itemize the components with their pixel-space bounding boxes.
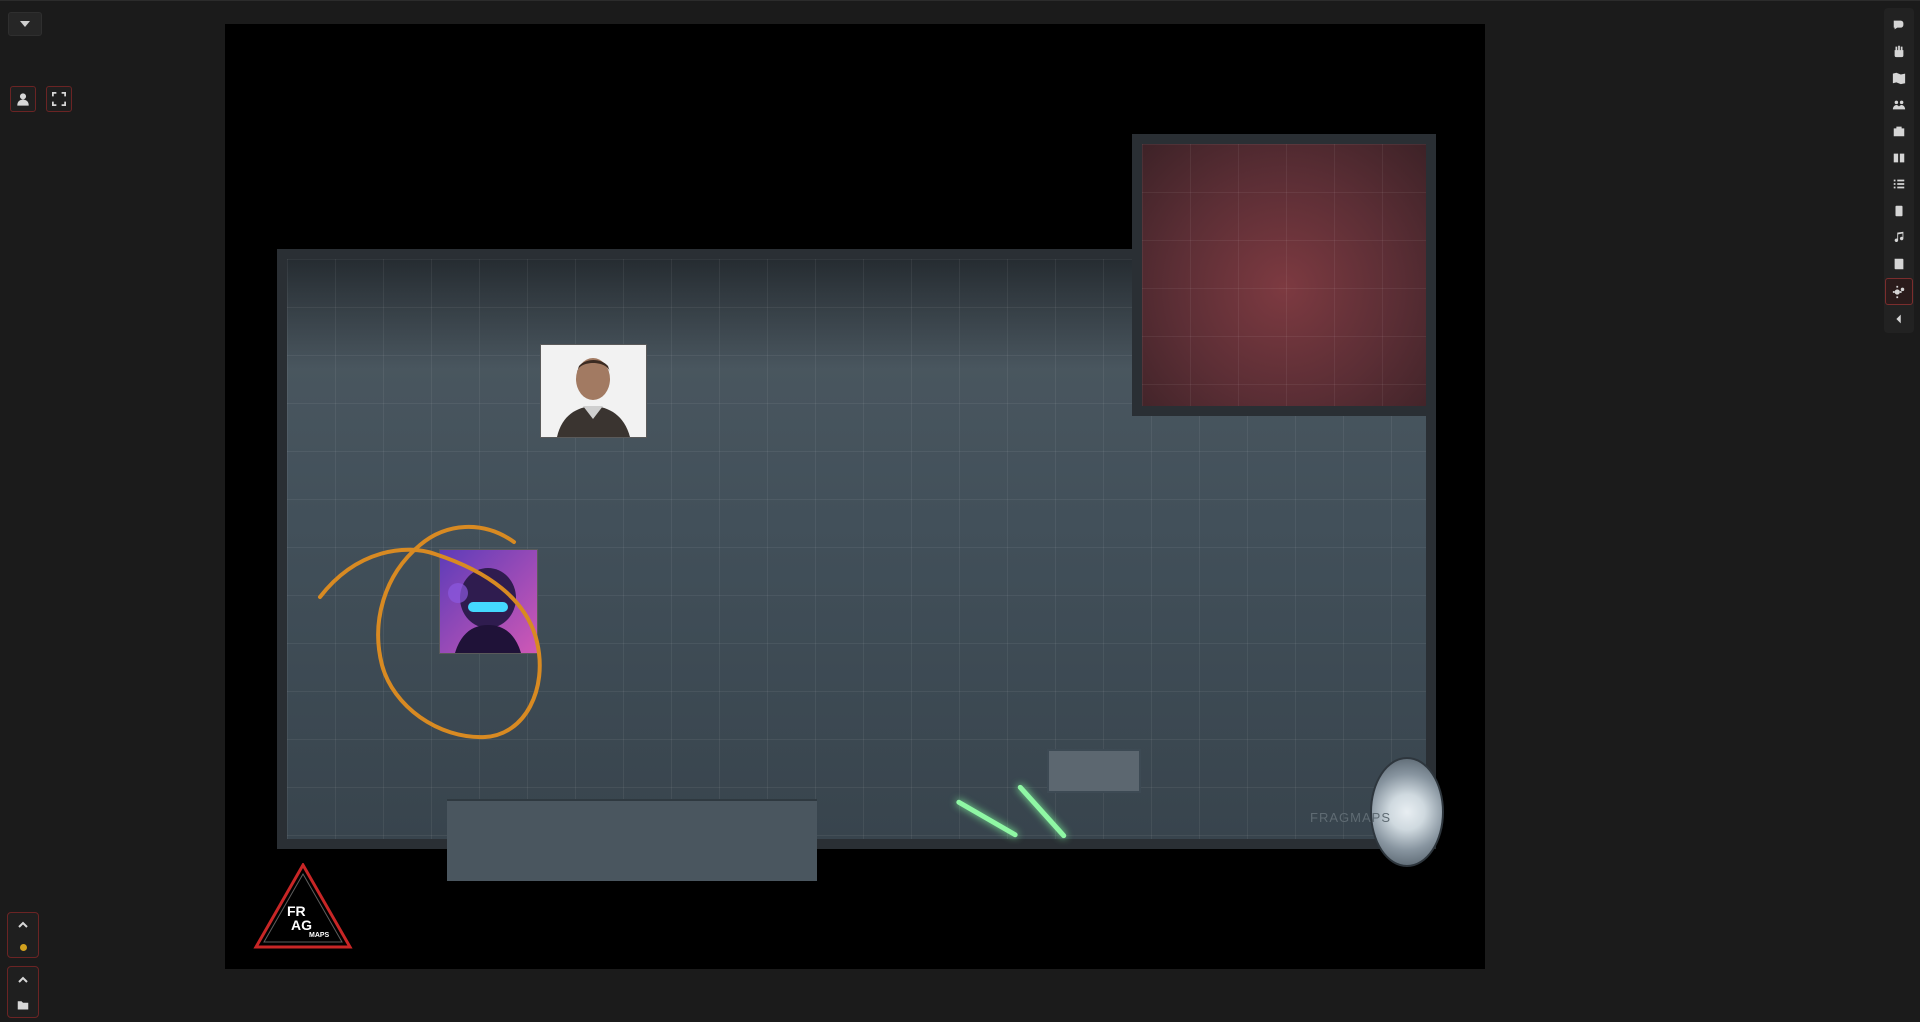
bottom-control-panel-1[interactable]	[7, 912, 39, 958]
tables-icon	[1893, 179, 1905, 189]
compendium-button[interactable]	[1886, 251, 1912, 277]
status-dot	[19, 943, 27, 951]
music-button[interactable]	[1886, 225, 1912, 251]
console-table	[1047, 749, 1141, 793]
fullscreen-button[interactable]	[46, 86, 72, 112]
drawn-highlight-path	[318, 524, 542, 740]
items-button[interactable]	[1886, 118, 1912, 144]
map-button[interactable]	[1886, 65, 1912, 91]
bottom-control-panel-2[interactable]	[7, 966, 39, 1018]
players-button[interactable]	[1886, 92, 1912, 118]
map-icon	[1892, 72, 1906, 85]
journal-button[interactable]	[1886, 145, 1912, 171]
journal-icon	[1893, 153, 1905, 163]
cards-icon	[1895, 205, 1903, 217]
top-border	[0, 0, 1920, 1]
chat-icon	[1893, 20, 1904, 30]
user-button[interactable]	[10, 86, 36, 112]
chat-button[interactable]	[1886, 12, 1912, 38]
combat-fist-icon	[1894, 46, 1904, 58]
logo-line-3: MAPS	[309, 932, 330, 939]
chevron-up-icon[interactable]	[17, 974, 29, 986]
fragmaps-logo: FR AG MAPS	[253, 861, 353, 951]
settings-button[interactable]	[1885, 277, 1913, 306]
neon-light-1	[955, 798, 1019, 839]
scene-dropdown[interactable]	[8, 12, 42, 36]
cards-button[interactable]	[1886, 198, 1912, 224]
players-icon	[1892, 100, 1906, 109]
chevron-up-icon[interactable]	[17, 919, 29, 931]
folder-icon[interactable]	[17, 999, 29, 1011]
red-room	[1132, 134, 1436, 416]
settings-icon	[1892, 285, 1905, 298]
grid-overlay-red	[1142, 144, 1426, 406]
right-toolbar[interactable]	[1884, 8, 1914, 333]
token-male-character[interactable]	[540, 344, 647, 438]
tables-button[interactable]	[1886, 171, 1912, 197]
caret-down-icon	[20, 21, 30, 27]
items-icon	[1893, 126, 1905, 137]
combat-button[interactable]	[1886, 39, 1912, 65]
music-icon	[1894, 232, 1904, 243]
map-watermark: FRAGMAPS	[1310, 810, 1391, 825]
map-canvas[interactable]: FRAGMAPS FR AG MAPS	[225, 24, 1485, 969]
virtual-tabletop: FRAGMAPS FR AG MAPS	[0, 0, 1920, 1022]
portrait-male	[541, 345, 646, 437]
compendium-icon	[1894, 258, 1904, 270]
collapse-toolbar-button[interactable]	[1886, 306, 1912, 332]
user-icon	[17, 93, 29, 106]
fullscreen-icon	[52, 92, 66, 106]
logo-line-2: AG	[291, 917, 312, 933]
collapse-left-icon	[1896, 314, 1901, 324]
